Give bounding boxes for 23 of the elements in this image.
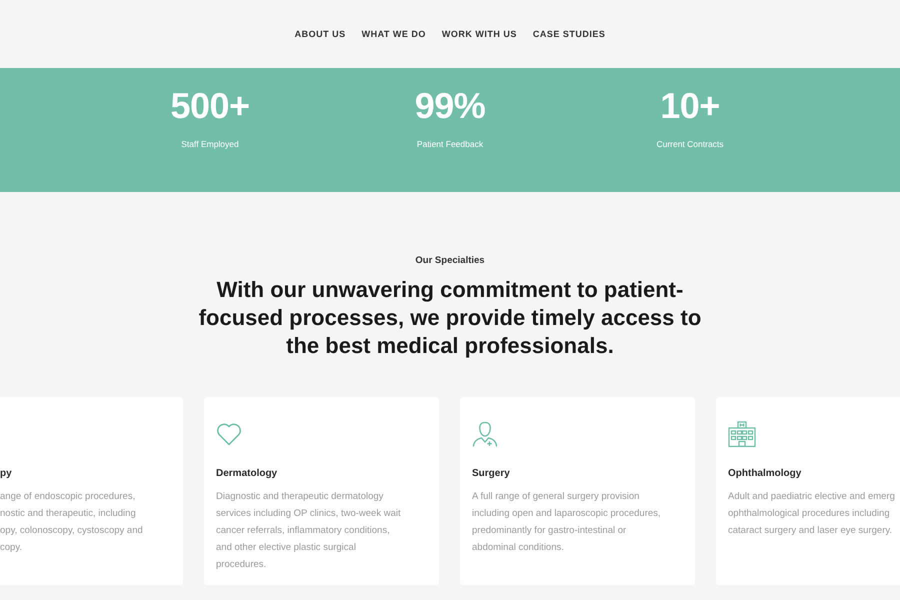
nav-link[interactable]: CASE STUDIES xyxy=(532,28,606,40)
card-description: Diagnostic and therapeutic dermatology services including OP clinics, two-week wait cancer referrals, inflammatory conditions, and other elective plastic surgical procedures. xyxy=(216,490,402,572)
card-description: ange of endoscopic procedures, nostic and therapeutic, including opy, colonoscopy, cystoscopy and copy. xyxy=(0,490,143,555)
stat-label: Staff Employed xyxy=(181,138,239,150)
card-description: A full range of general surgery provision including open and laparoscopic procedures, predominantly for gastro-intestinal or abdominal conditions. xyxy=(472,490,662,555)
card-title: Surgery xyxy=(472,468,510,480)
person-icon xyxy=(472,421,498,447)
stat-value: 500+ xyxy=(170,85,250,127)
hospital-icon xyxy=(728,421,756,447)
nav-link[interactable]: WHAT WE DO xyxy=(362,28,426,40)
stat-value: 99% xyxy=(414,85,486,127)
heart-icon xyxy=(216,421,242,447)
nav-link[interactable]: ABOUT US xyxy=(294,28,346,40)
card-title: py xyxy=(0,468,12,480)
section-label: Our Specialties xyxy=(415,254,485,268)
stat-label: Current Contracts xyxy=(656,138,724,150)
stat-label: Patient Feedback xyxy=(416,138,484,150)
card-description: Adult and paediatric elective and emerg ophthalmological procedures including cataract surgery and laser eye surgery. xyxy=(728,490,895,538)
stat-value: 10+ xyxy=(660,85,720,127)
section-heading: With our unwavering commitment to patient-focused processes, we provide timely access to the best medical professionals. xyxy=(198,276,702,360)
nav-link[interactable]: WORK WITH US xyxy=(442,28,517,40)
card-title: Ophthalmology xyxy=(728,468,802,480)
card-title: Dermatology xyxy=(216,468,278,480)
